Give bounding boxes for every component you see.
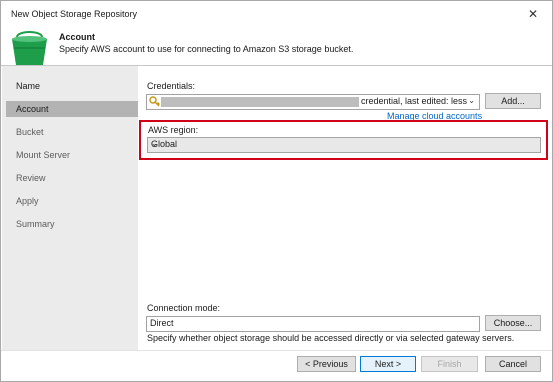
step-name[interactable]: Name bbox=[16, 81, 40, 91]
step-mount-server[interactable]: Mount Server bbox=[16, 150, 70, 160]
wizard-steps: Name Account Bucket Mount Server Review … bbox=[2, 66, 138, 350]
step-account[interactable]: Account bbox=[6, 101, 138, 117]
finish-button[interactable]: Finish bbox=[421, 356, 478, 372]
step-bucket[interactable]: Bucket bbox=[16, 127, 44, 137]
step-apply[interactable]: Apply bbox=[16, 196, 39, 206]
connection-mode-hint: Specify whether object storage should be… bbox=[147, 333, 515, 343]
chevron-down-icon: ⌄ bbox=[151, 139, 158, 148]
footer-divider bbox=[1, 350, 552, 351]
aws-region-label: AWS region: bbox=[148, 125, 199, 135]
step-summary[interactable]: Summary bbox=[16, 219, 55, 229]
cancel-button[interactable]: Cancel bbox=[485, 356, 541, 372]
masked-account-name bbox=[161, 97, 359, 107]
window-title: New Object Storage Repository bbox=[11, 9, 138, 19]
credentials-label: Credentials: bbox=[147, 81, 196, 91]
step-account-label: Account bbox=[16, 104, 49, 114]
wizard-header: Account Specify AWS account to use for c… bbox=[1, 27, 552, 65]
wizard-window: New Object Storage Repository ✕ Account … bbox=[0, 0, 553, 382]
connection-mode-value: Direct bbox=[150, 318, 174, 328]
title-bar: New Object Storage Repository ✕ bbox=[1, 1, 552, 27]
connection-mode-field: Direct bbox=[146, 316, 480, 332]
close-icon[interactable]: ✕ bbox=[528, 7, 538, 21]
step-title: Account bbox=[59, 32, 95, 42]
credentials-dropdown[interactable]: credential, last edited: less t ⌄ bbox=[146, 94, 480, 110]
step-description: Specify AWS account to use for connectin… bbox=[59, 44, 354, 54]
choose-connection-button[interactable]: Choose... bbox=[485, 315, 541, 331]
chevron-down-icon: ⌄ bbox=[468, 96, 475, 105]
connection-mode-label: Connection mode: bbox=[147, 303, 221, 313]
add-credentials-button[interactable]: Add... bbox=[485, 93, 541, 109]
next-button[interactable]: Next > bbox=[360, 356, 416, 372]
bucket-icon bbox=[12, 31, 47, 65]
key-icon bbox=[149, 96, 161, 107]
credentials-value: credential, last edited: less t bbox=[361, 96, 469, 106]
previous-button[interactable]: < Previous bbox=[297, 356, 356, 372]
aws-region-dropdown[interactable]: Global ⌄ bbox=[147, 137, 541, 153]
step-review[interactable]: Review bbox=[16, 173, 46, 183]
